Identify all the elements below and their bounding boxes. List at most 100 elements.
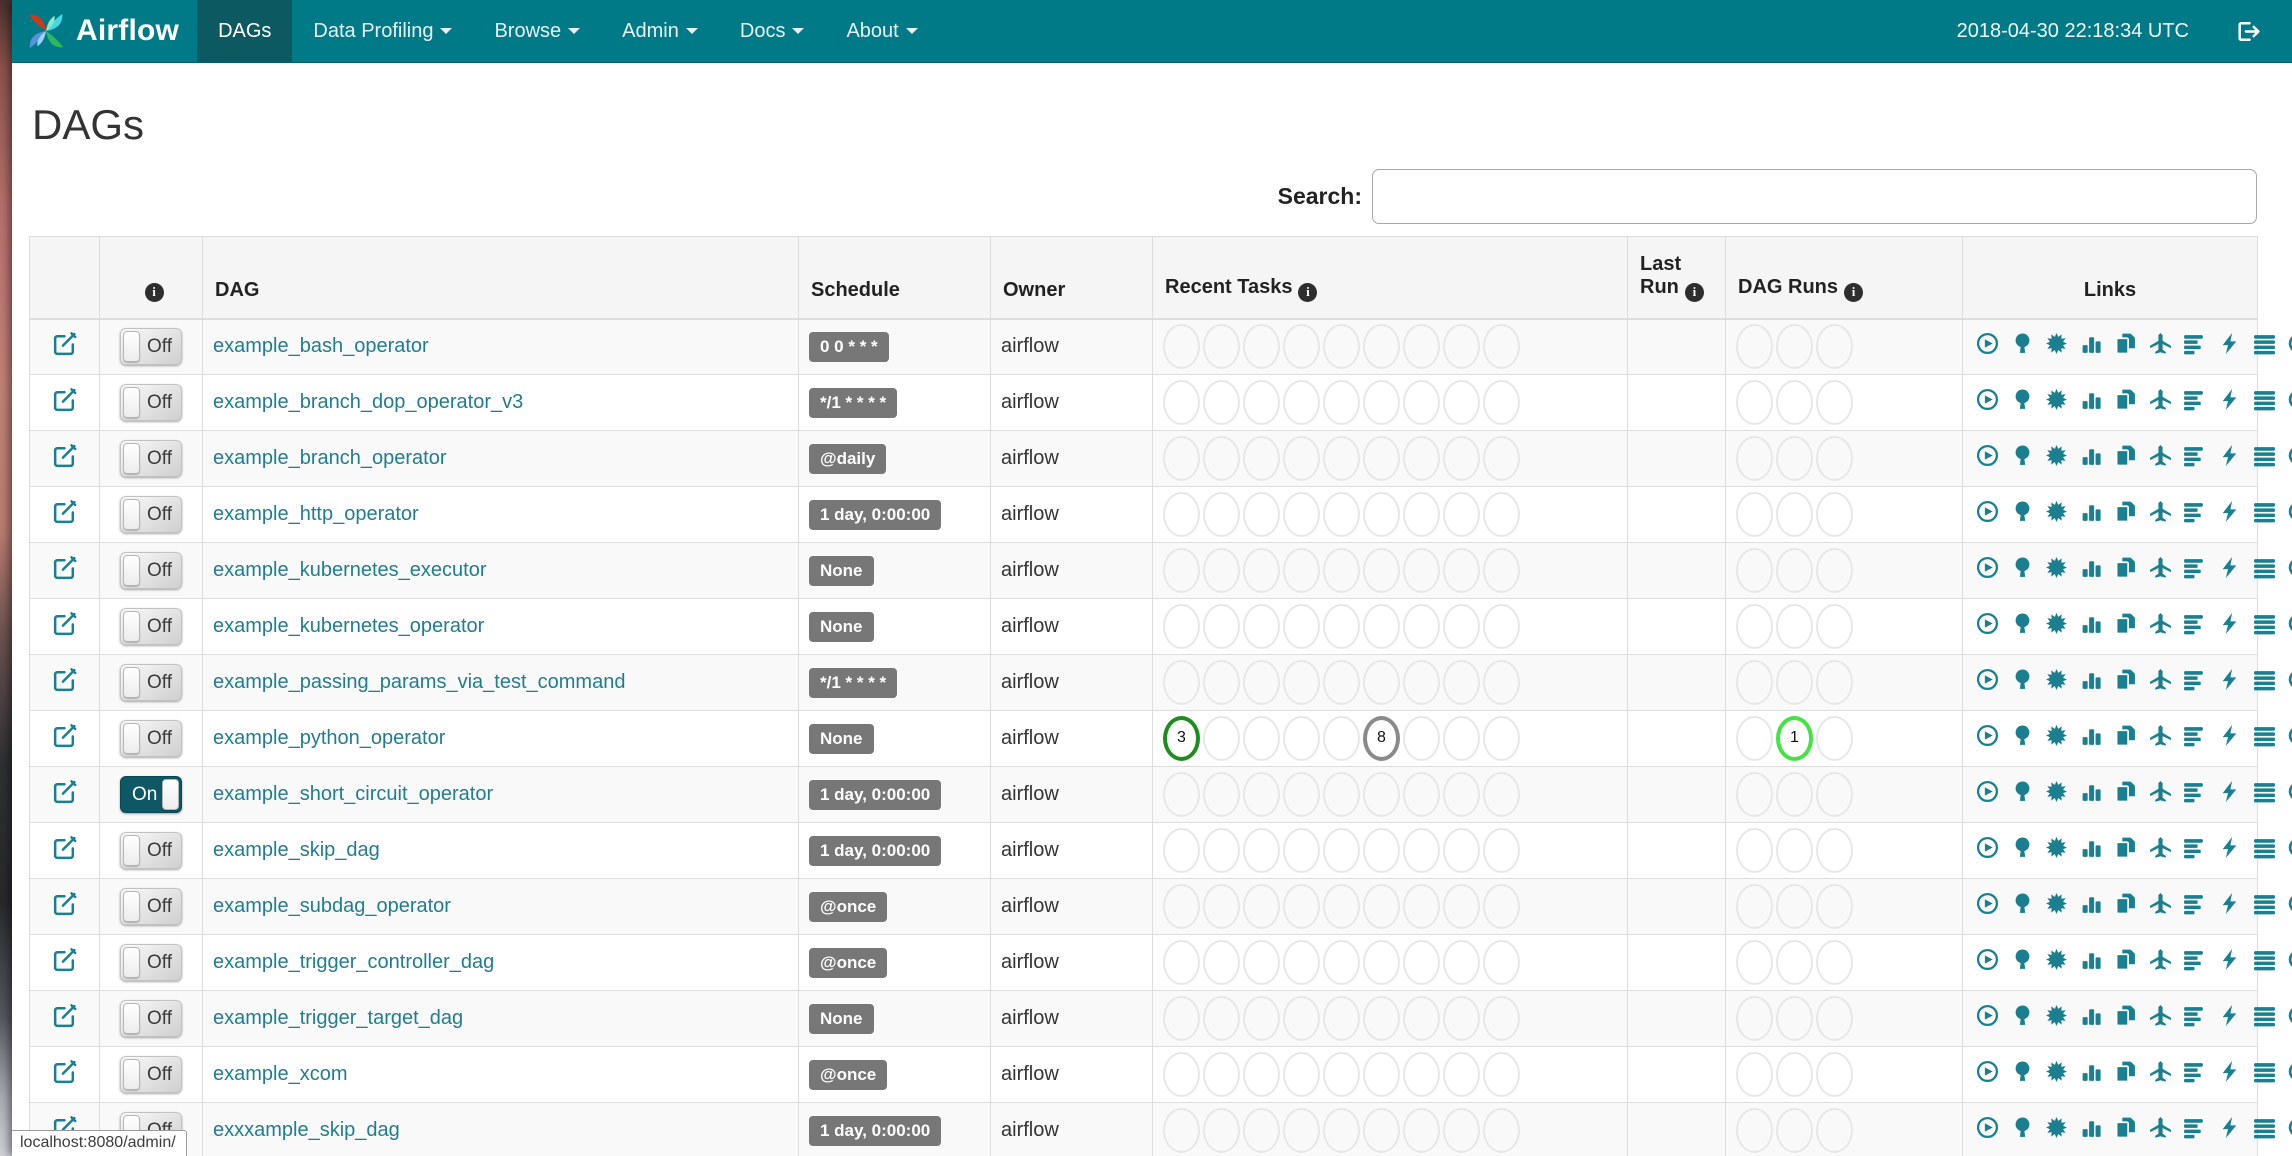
task-state-circle[interactable] [1816, 324, 1853, 370]
task-state-circle[interactable] [1443, 548, 1480, 593]
task-state-circle[interactable] [1363, 380, 1400, 425]
task-state-circle[interactable] [1363, 884, 1400, 929]
landing-times-icon[interactable] [2149, 724, 2172, 753]
header-dag[interactable]: DAG [202, 236, 799, 320]
trigger-dag-icon[interactable] [1976, 780, 1999, 809]
task-duration-icon[interactable] [2080, 948, 2103, 977]
code-icon[interactable] [2218, 1060, 2241, 1089]
trigger-dag-icon[interactable] [1976, 612, 1999, 641]
code-icon[interactable] [2218, 1116, 2241, 1145]
graph-view-icon[interactable] [2045, 332, 2068, 361]
task-state-circle[interactable] [1403, 884, 1440, 929]
task-state-circle[interactable] [1283, 436, 1320, 481]
task-duration-icon[interactable] [2080, 1116, 2103, 1145]
task-state-circle[interactable] [1283, 996, 1320, 1041]
refresh-icon[interactable] [2287, 836, 2292, 865]
trigger-dag-icon[interactable] [1976, 500, 1999, 529]
landing-times-icon[interactable] [2149, 1116, 2172, 1145]
task-state-circle[interactable] [1483, 716, 1520, 761]
task-state-circle[interactable] [1163, 828, 1200, 873]
refresh-icon[interactable] [2287, 780, 2292, 809]
task-state-circle[interactable] [1323, 604, 1360, 649]
task-state-circle[interactable] [1203, 604, 1240, 649]
task-state-circle[interactable] [1163, 660, 1200, 705]
task-state-circle[interactable] [1816, 996, 1853, 1041]
task-duration-icon[interactable] [2080, 388, 2103, 417]
logs-icon[interactable] [2253, 892, 2276, 921]
task-state-circle[interactable] [1776, 548, 1813, 593]
code-icon[interactable] [2218, 948, 2241, 977]
task-state-circle[interactable] [1163, 772, 1200, 817]
task-state-circle[interactable] [1403, 548, 1440, 593]
tree-view-icon[interactable] [2011, 836, 2034, 865]
gantt-icon[interactable] [2183, 1060, 2206, 1089]
task-state-circle[interactable] [1203, 716, 1240, 761]
task-state-circle[interactable] [1736, 660, 1773, 705]
graph-view-icon[interactable] [2045, 724, 2068, 753]
task-state-circle[interactable] [1283, 380, 1320, 425]
task-state-circle[interactable] [1243, 1052, 1280, 1097]
task-state-circle[interactable] [1736, 772, 1773, 817]
task-state-circle[interactable] [1203, 884, 1240, 929]
task-state-circle[interactable] [1736, 548, 1773, 593]
gantt-icon[interactable] [2183, 332, 2206, 361]
refresh-icon[interactable] [2287, 1060, 2292, 1089]
task-duration-icon[interactable] [2080, 892, 2103, 921]
task-state-circle[interactable] [1443, 1108, 1480, 1153]
task-state-circle[interactable] [1736, 996, 1773, 1041]
gantt-icon[interactable] [2183, 500, 2206, 529]
task-state-circle[interactable] [1283, 828, 1320, 873]
logout-icon[interactable] [2235, 18, 2262, 45]
task-state-circle[interactable] [1483, 660, 1520, 705]
task-state-circle[interactable] [1203, 1052, 1240, 1097]
logs-icon[interactable] [2253, 1116, 2276, 1145]
code-icon[interactable] [2218, 780, 2241, 809]
task-state-circle[interactable] [1483, 996, 1520, 1041]
task-tries-icon[interactable] [2114, 612, 2137, 641]
task-state-circle[interactable] [1163, 548, 1200, 593]
task-state-circle[interactable] [1363, 772, 1400, 817]
task-state-circle[interactable] [1776, 828, 1813, 873]
tree-view-icon[interactable] [2011, 1004, 2034, 1033]
task-state-circle[interactable] [1363, 940, 1400, 985]
trigger-dag-icon[interactable] [1976, 1004, 1999, 1033]
dag-pause-toggle[interactable]: Off [120, 328, 182, 366]
task-tries-icon[interactable] [2114, 388, 2137, 417]
tree-view-icon[interactable] [2011, 1060, 2034, 1089]
task-state-circle[interactable] [1483, 604, 1520, 649]
code-icon[interactable] [2218, 724, 2241, 753]
code-icon[interactable] [2218, 332, 2241, 361]
task-state-circle[interactable] [1816, 940, 1853, 985]
graph-view-icon[interactable] [2045, 836, 2068, 865]
trigger-dag-icon[interactable] [1976, 892, 1999, 921]
task-state-circle[interactable] [1323, 324, 1360, 370]
task-state-circle[interactable] [1443, 492, 1480, 537]
landing-times-icon[interactable] [2149, 332, 2172, 361]
code-icon[interactable] [2218, 892, 2241, 921]
task-state-circle[interactable] [1443, 660, 1480, 705]
task-state-circle[interactable] [1816, 436, 1853, 481]
task-tries-icon[interactable] [2114, 500, 2137, 529]
gantt-icon[interactable] [2183, 724, 2206, 753]
task-state-circle[interactable] [1323, 436, 1360, 481]
task-state-circle[interactable] [1816, 548, 1853, 593]
tree-view-icon[interactable] [2011, 556, 2034, 585]
task-state-circle[interactable] [1283, 604, 1320, 649]
tree-view-icon[interactable] [2011, 948, 2034, 977]
gantt-icon[interactable] [2183, 668, 2206, 697]
trigger-dag-icon[interactable] [1976, 388, 1999, 417]
task-state-circle[interactable] [1203, 940, 1240, 985]
dag-link[interactable]: example_passing_params_via_test_command [213, 671, 625, 693]
dag-pause-toggle[interactable]: Off [120, 1000, 182, 1037]
task-state-circle[interactable] [1736, 1108, 1773, 1153]
task-state-circle[interactable] [1163, 1108, 1200, 1153]
refresh-icon[interactable] [2287, 388, 2292, 417]
task-state-circle[interactable] [1736, 436, 1773, 481]
trigger-dag-icon[interactable] [1976, 1116, 1999, 1145]
edit-dag-icon[interactable] [51, 612, 78, 642]
task-state-circle[interactable]: 8 [1363, 716, 1400, 761]
task-tries-icon[interactable] [2114, 332, 2137, 361]
task-state-circle[interactable] [1323, 772, 1360, 817]
gantt-icon[interactable] [2183, 444, 2206, 473]
task-state-circle[interactable] [1443, 772, 1480, 817]
